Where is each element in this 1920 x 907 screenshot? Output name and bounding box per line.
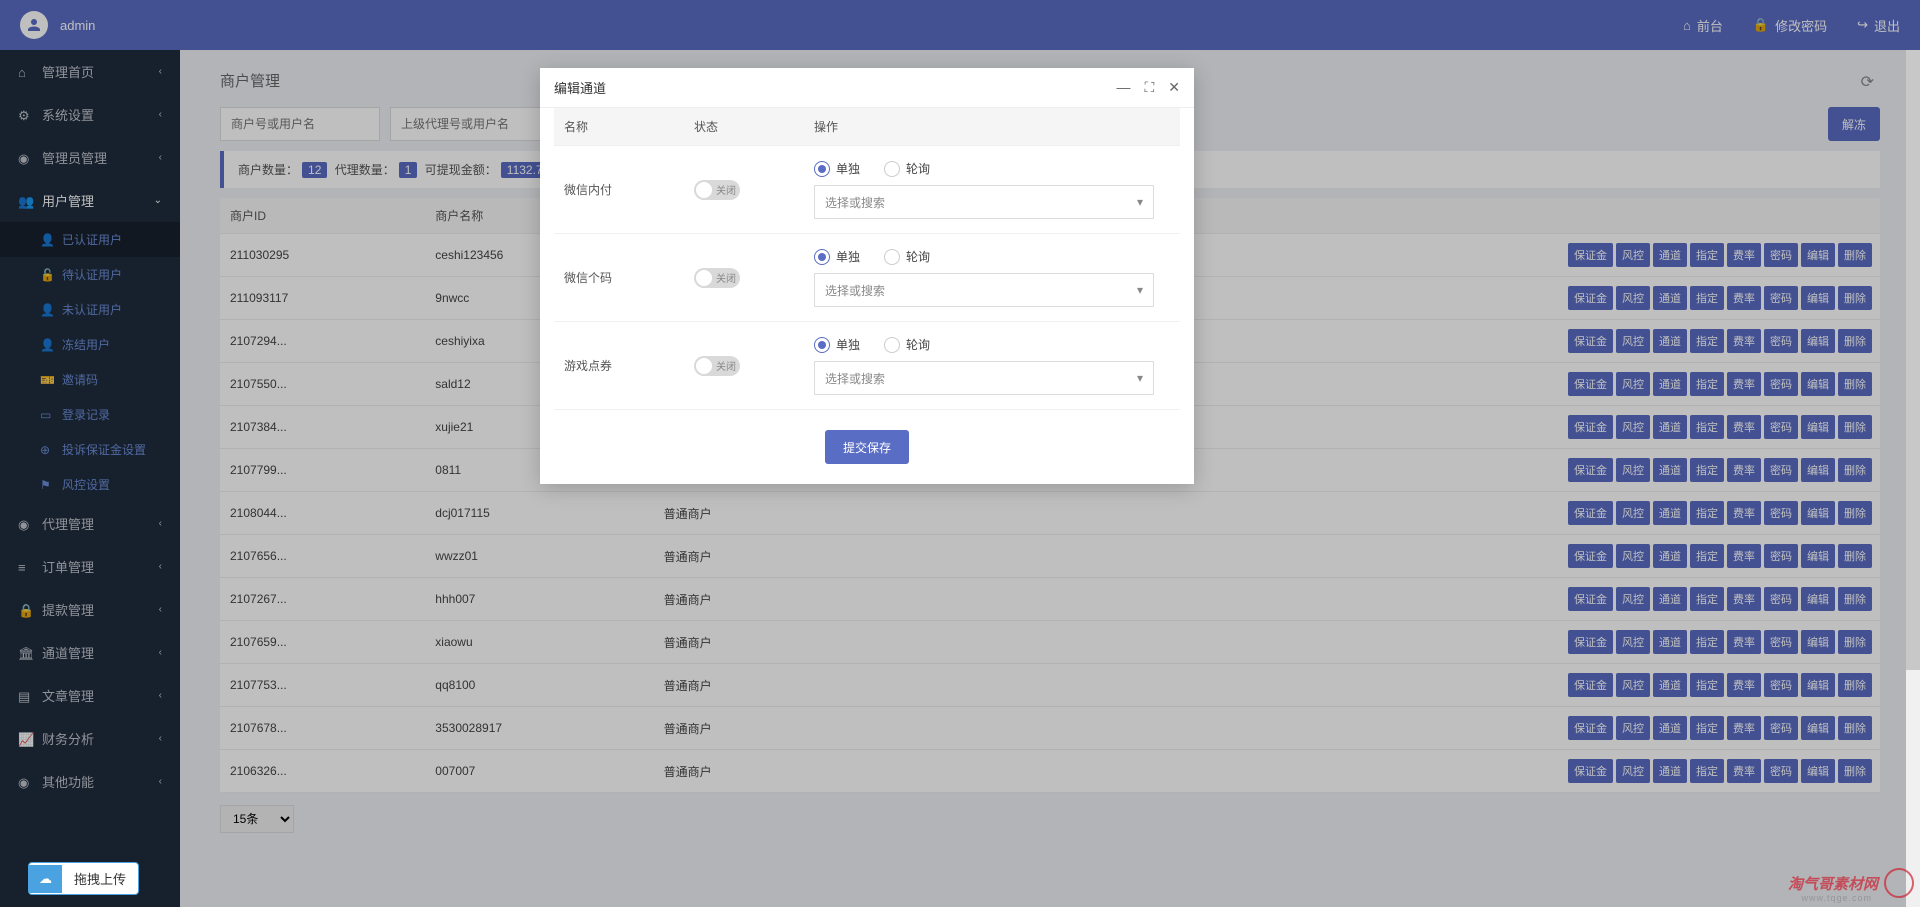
channel-row: 微信内付关闭单独轮询选择或搜索▾	[554, 146, 1180, 234]
channel-row: 微信个码关闭单独轮询选择或搜索▾	[554, 234, 1180, 322]
col-action: 操作	[804, 108, 1180, 146]
radio-poll[interactable]: 轮询	[884, 336, 930, 353]
close-icon[interactable]: ✕	[1168, 79, 1180, 96]
radio-single[interactable]: 单独	[814, 336, 860, 353]
upload-fab[interactable]: ☁ 拖拽上传	[28, 862, 139, 895]
status-toggle[interactable]: 关闭	[694, 180, 740, 200]
status-toggle[interactable]: 关闭	[694, 268, 740, 288]
channel-row: 游戏点券关闭单独轮询选择或搜索▾	[554, 322, 1180, 410]
channel-select[interactable]: 选择或搜索▾	[814, 361, 1154, 395]
watermark-logo	[1884, 868, 1914, 898]
maximize-icon[interactable]: ⛶	[1144, 79, 1154, 96]
modal-title: 编辑通道	[554, 78, 606, 97]
chevron-down-icon: ▾	[1137, 371, 1143, 385]
edit-channel-modal: 编辑通道 — ⛶ ✕ 名称 状态 操作 微信内付关闭单独轮询选择或搜索▾微信个码…	[540, 68, 1194, 484]
chevron-down-icon: ▾	[1137, 195, 1143, 209]
cloud-upload-icon: ☁	[29, 865, 62, 893]
chevron-down-icon: ▾	[1137, 283, 1143, 297]
minimize-icon[interactable]: —	[1116, 79, 1130, 96]
channel-select[interactable]: 选择或搜索▾	[814, 185, 1154, 219]
radio-single[interactable]: 单独	[814, 160, 860, 177]
col-status: 状态	[684, 108, 804, 146]
status-toggle[interactable]: 关闭	[694, 356, 740, 376]
scrollbar-thumb[interactable]	[1906, 50, 1920, 670]
channel-select[interactable]: 选择或搜索▾	[814, 273, 1154, 307]
watermark: 淘气哥素材网 www.tqge.com	[1734, 865, 1914, 901]
scrollbar-vertical[interactable]	[1906, 50, 1920, 907]
modal-header: 编辑通道 — ⛶ ✕	[540, 68, 1194, 108]
radio-poll[interactable]: 轮询	[884, 248, 930, 265]
col-name: 名称	[554, 108, 684, 146]
radio-poll[interactable]: 轮询	[884, 160, 930, 177]
submit-button[interactable]: 提交保存	[825, 430, 909, 464]
radio-single[interactable]: 单独	[814, 248, 860, 265]
